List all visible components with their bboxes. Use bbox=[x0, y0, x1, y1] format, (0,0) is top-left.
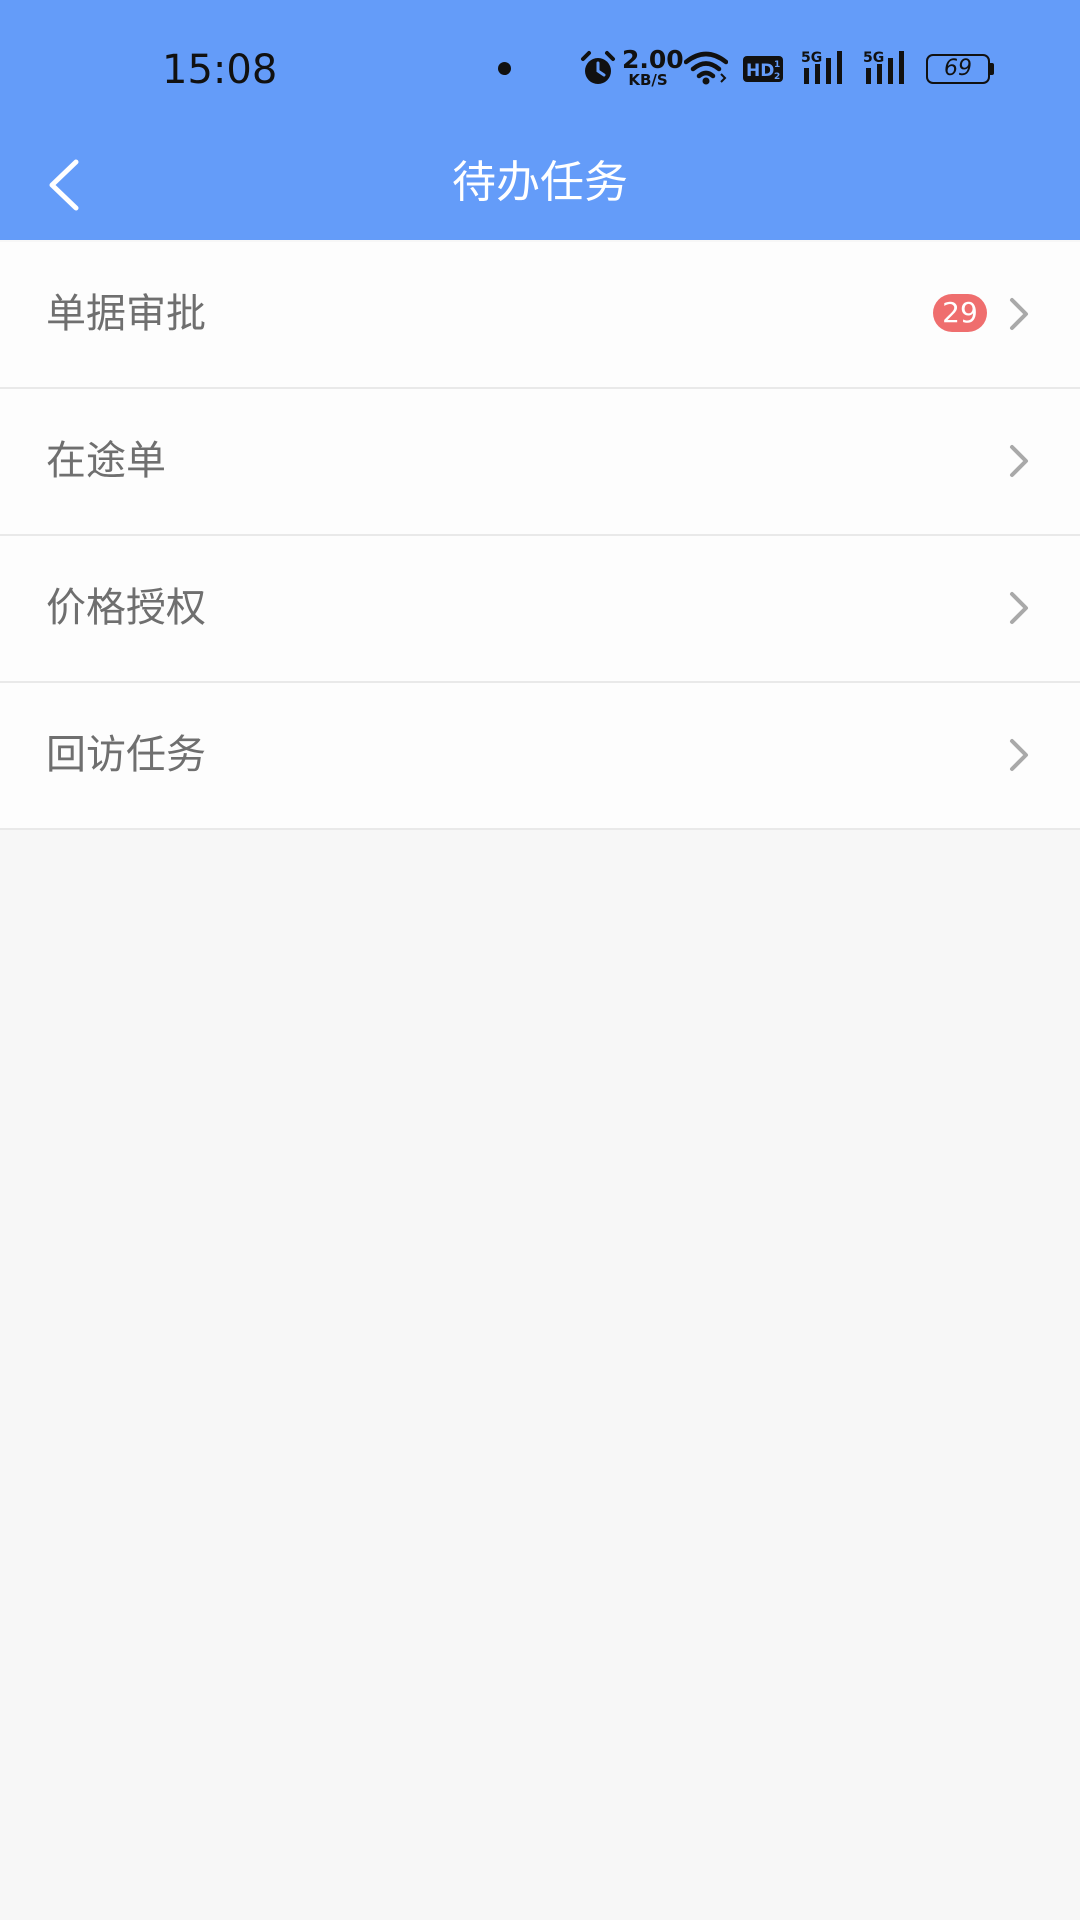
network-speed-unit: KB/S bbox=[628, 71, 668, 89]
menu-item-label: 单据审批 bbox=[46, 291, 206, 337]
screen: 15:08 2.00 KB/S HD 1 2 5G 5G 69 待办任务 单据审… bbox=[0, 0, 1080, 1920]
menu-item-label: 价格授权 bbox=[46, 585, 206, 631]
chevron-right-icon bbox=[1004, 294, 1032, 334]
battery-cap bbox=[990, 63, 994, 75]
menu-item-document-approval[interactable]: 单据审批 29 bbox=[0, 242, 1080, 389]
network-speed: 2.00 KB/S bbox=[622, 45, 684, 89]
svg-text:5G: 5G bbox=[801, 50, 822, 66]
menu-item-label: 在途单 bbox=[46, 438, 166, 484]
nav-bar: 待办任务 bbox=[0, 130, 1080, 240]
notification-dot-icon bbox=[498, 62, 511, 75]
battery-icon: 69 bbox=[926, 54, 994, 84]
svg-text:HD: HD bbox=[746, 61, 774, 81]
count-badge: 29 bbox=[933, 294, 987, 332]
page-title: 待办任务 bbox=[452, 157, 628, 208]
status-bar: 15:08 2.00 KB/S HD 1 2 5G 5G 69 bbox=[0, 0, 1080, 130]
svg-text:5G: 5G bbox=[863, 50, 884, 66]
chevron-left-icon bbox=[49, 159, 79, 211]
battery-level: 69 bbox=[944, 56, 972, 81]
chevron-right-icon bbox=[1004, 588, 1032, 628]
network-speed-value: 2.00 bbox=[622, 45, 684, 74]
wifi-icon bbox=[684, 51, 728, 85]
menu-item-follow-up-tasks[interactable]: 回访任务 bbox=[0, 683, 1080, 830]
hd-voice-icon: HD 1 2 bbox=[743, 56, 783, 82]
menu-item-in-transit-orders[interactable]: 在途单 bbox=[0, 389, 1080, 536]
app-header: 15:08 2.00 KB/S HD 1 2 5G 5G 69 待办任务 bbox=[0, 0, 1080, 240]
5g-signal-icon: 5G bbox=[801, 50, 842, 84]
task-menu-list: 单据审批 29 在途单 价格授权 回访任务 bbox=[0, 242, 1080, 830]
back-button[interactable] bbox=[36, 150, 96, 220]
alarm-icon bbox=[581, 51, 615, 84]
5g-signal-icon: 5G bbox=[863, 50, 904, 84]
menu-item-price-authorization[interactable]: 价格授权 bbox=[0, 536, 1080, 683]
chevron-right-icon bbox=[1004, 441, 1032, 481]
status-time: 15:08 bbox=[162, 47, 278, 93]
svg-text:1: 1 bbox=[774, 60, 780, 70]
svg-text:2: 2 bbox=[774, 72, 780, 82]
menu-item-label: 回访任务 bbox=[46, 732, 206, 778]
chevron-right-icon bbox=[1004, 735, 1032, 775]
